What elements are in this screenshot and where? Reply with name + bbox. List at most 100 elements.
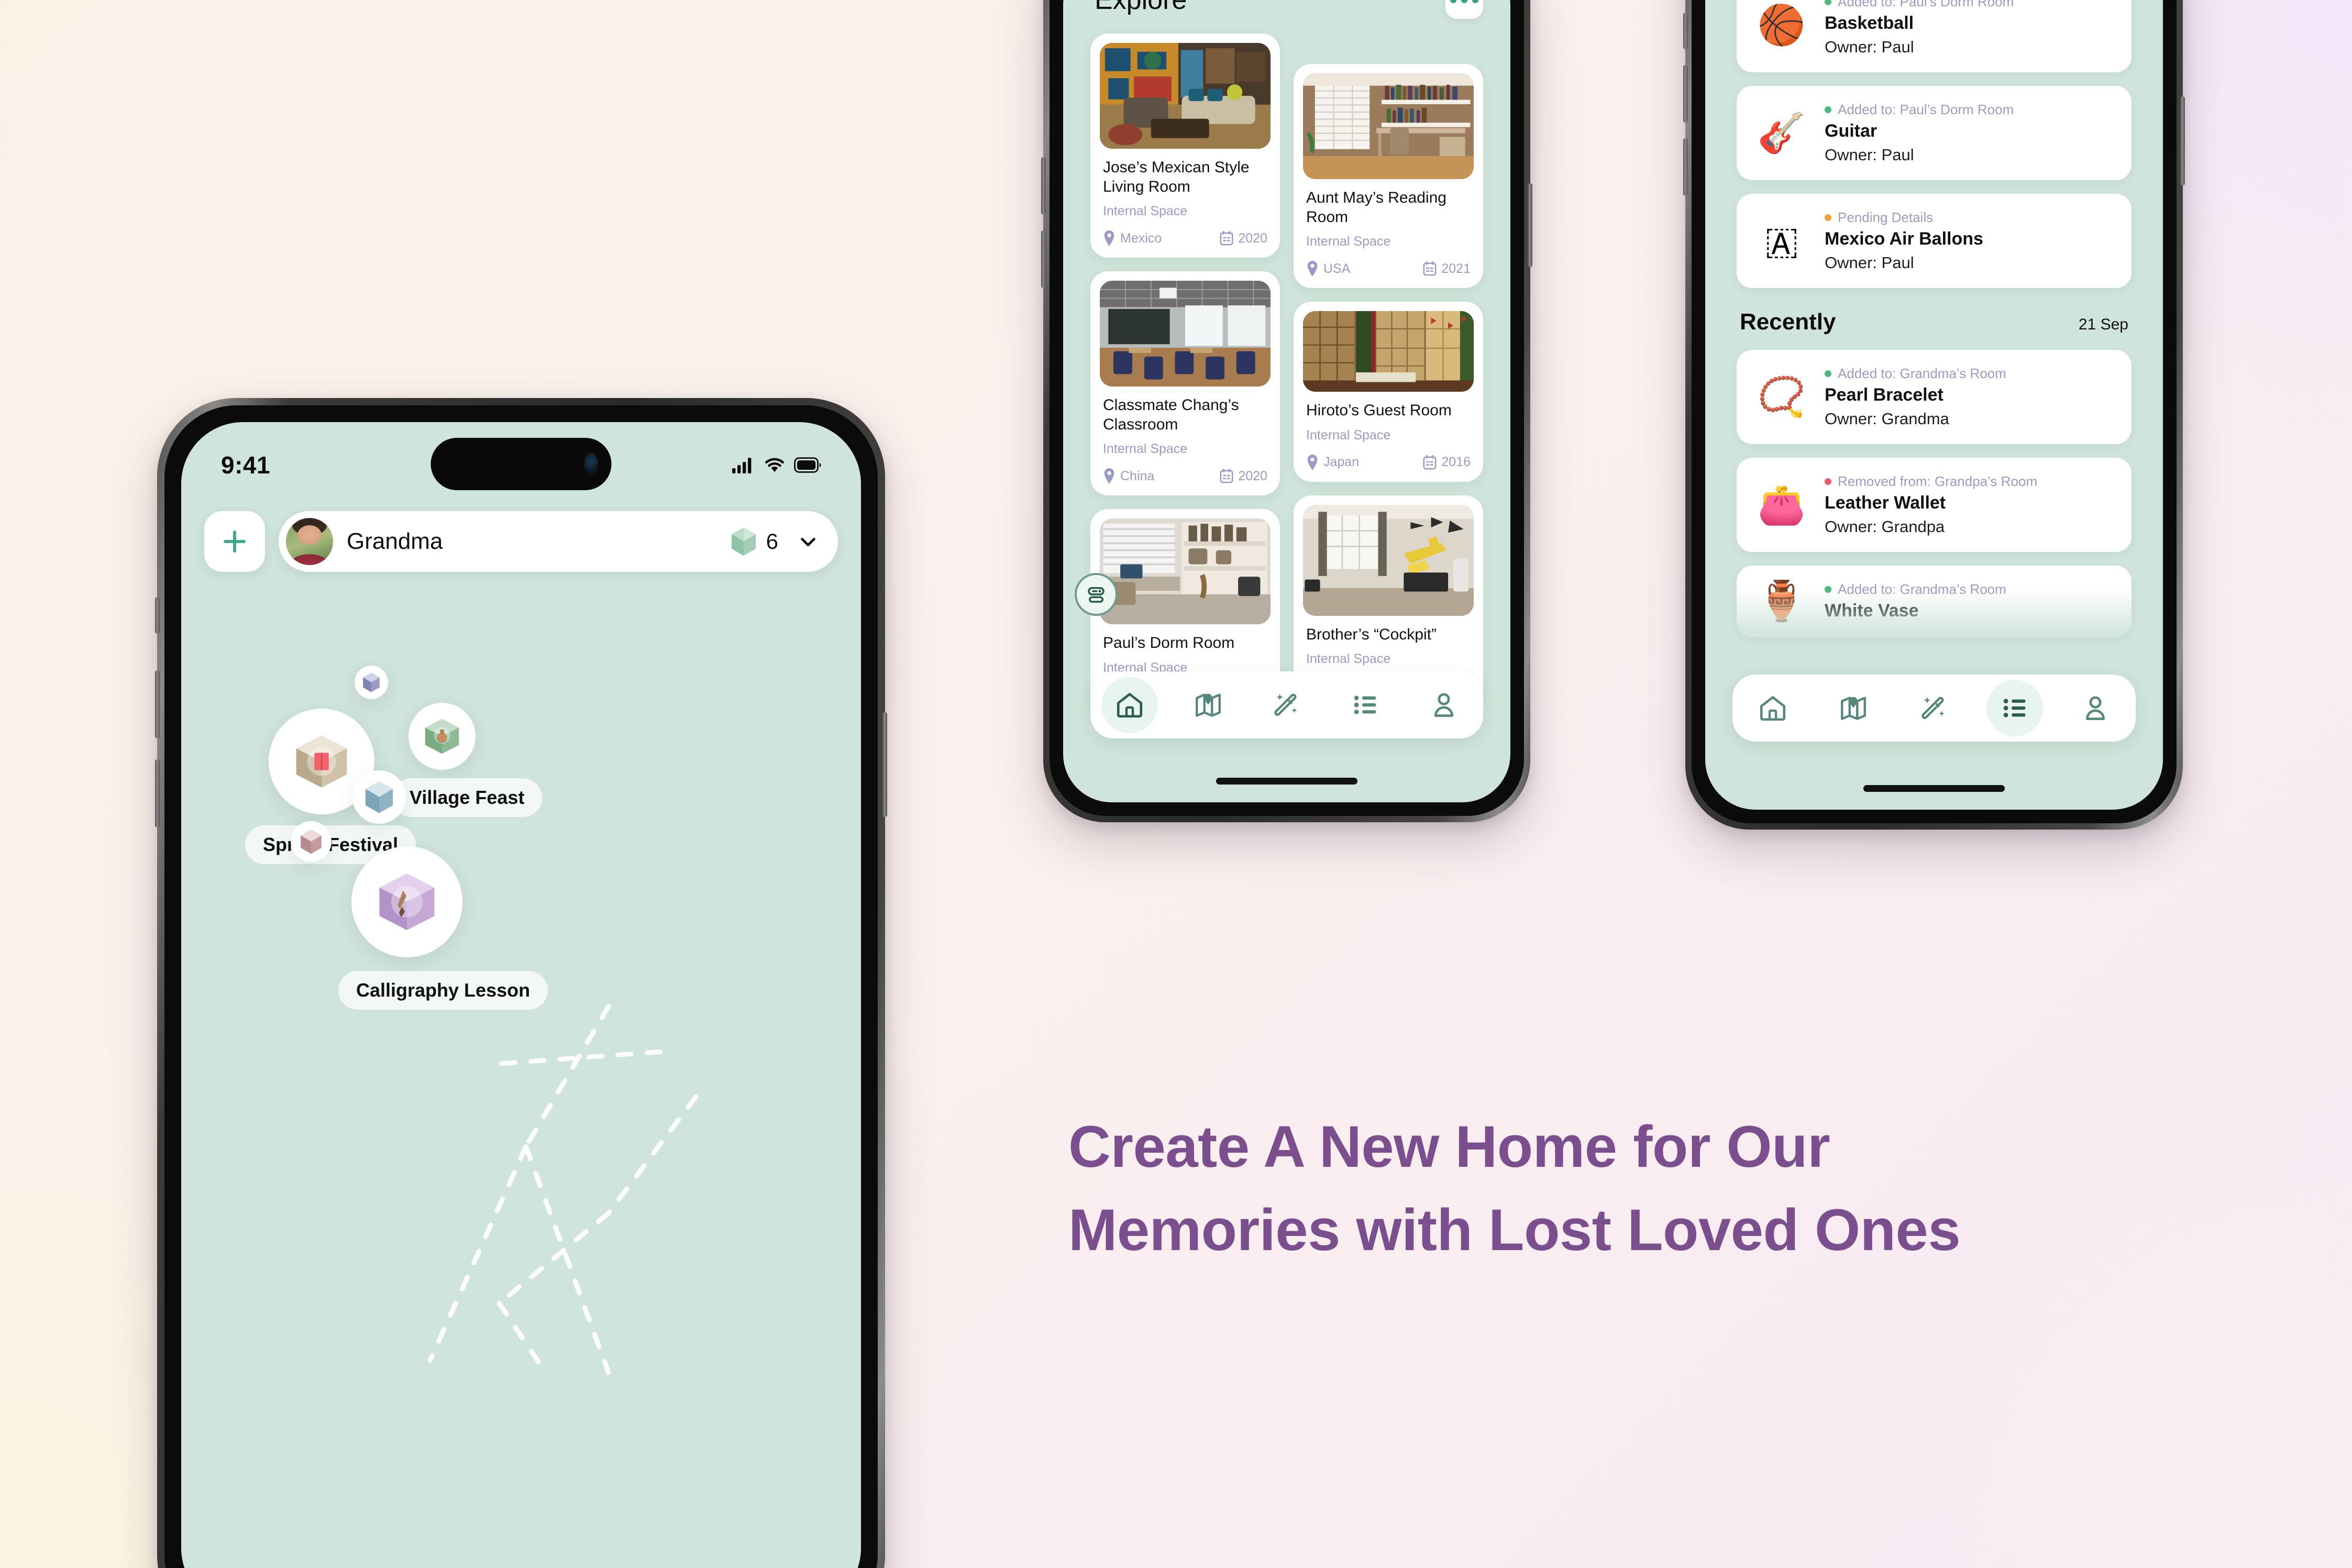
phone1-volume-up[interactable]	[155, 670, 160, 738]
activity-card[interactable]: 👛 Removed from: Grandpa’s Room Leather W…	[1737, 458, 2132, 552]
phone1-volume-down[interactable]	[155, 759, 160, 827]
node-label-village-feast: Village Feast	[392, 778, 543, 817]
profile-name: Grandma	[347, 528, 443, 554]
place-type: Internal Space	[1306, 652, 1391, 667]
home-icon	[1760, 696, 1786, 721]
person-icon	[1434, 693, 1454, 717]
map-icon	[1841, 697, 1866, 720]
activity-status: Added to: Grandma’s Room	[1825, 366, 2114, 382]
item-emoji-vase: 🏺	[1757, 579, 1806, 623]
cursor-pointer-badge[interactable]	[1075, 573, 1118, 616]
phone3-screen: 🏀 Added to: Paul’s Dorm Room Basketball …	[1705, 0, 2163, 810]
reading-room-image	[1303, 73, 1474, 179]
place-year: 2016	[1423, 455, 1471, 470]
phone3-power-button[interactable]	[2180, 96, 2185, 185]
tab-home[interactable]	[1101, 677, 1158, 733]
phone-explore: Explore Jose’s Mexican Style Living Room…	[1041, 0, 1532, 822]
place-name: Hiroto’s Guest Room	[1306, 402, 1452, 419]
phone2-volume-down[interactable]	[1041, 230, 1046, 288]
more-options-button[interactable]	[1445, 0, 1483, 19]
tab-magic[interactable]	[1906, 680, 1962, 736]
status-dot-added	[1825, 106, 1831, 113]
node-calligraphy-lesson[interactable]	[351, 846, 462, 957]
status-indicators	[732, 457, 821, 473]
bottom-tab-bar[interactable]	[1090, 671, 1483, 738]
tab-list[interactable]	[1337, 677, 1394, 733]
tab-home[interactable]	[1744, 680, 1801, 736]
profile-selector[interactable]: Grandma 6	[279, 511, 838, 572]
calendar-icon	[1423, 455, 1437, 470]
activity-body: Added to: Grandma’s Room Pearl Bracelet …	[1825, 366, 2114, 428]
activity-status-text: Added to: Grandma’s Room	[1838, 366, 2006, 381]
tab-profile[interactable]	[1416, 677, 1472, 733]
chevron-down-icon[interactable]	[796, 529, 820, 554]
list-icon	[1354, 695, 1376, 714]
place-location-text: Japan	[1323, 455, 1360, 470]
phone2-volume-up[interactable]	[1041, 157, 1046, 215]
cursor-pointer-icon	[1088, 587, 1105, 603]
tab-magic[interactable]	[1258, 677, 1315, 733]
place-year: 2020	[1220, 469, 1267, 484]
activity-title: White Vase	[1825, 601, 1919, 621]
tab-profile[interactable]	[2067, 680, 2124, 736]
node-label-calligraphy-lesson: Calligraphy Lesson	[338, 971, 548, 1010]
map-icon	[1196, 693, 1221, 717]
activity-card[interactable]: 🎸 Added to: Paul’s Dorm Room Guitar Owne…	[1737, 86, 2132, 180]
more-dot	[1472, 0, 1478, 3]
status-dot-removed	[1825, 478, 1831, 485]
activity-body: Pending Details Mexico Air Ballons Owner…	[1825, 209, 2114, 272]
activity-card[interactable]: 🏀 Added to: Paul’s Dorm Room Basketball …	[1737, 0, 2132, 72]
place-thumbnail	[1303, 504, 1474, 616]
phone3-bezel: 🏀 Added to: Paul’s Dorm Room Basketball …	[1692, 0, 2177, 823]
phone3-volume-up[interactable]	[1683, 65, 1688, 123]
bottom-tab-bar[interactable]	[1732, 675, 2136, 742]
phone2-bezel: Explore Jose’s Mexican Style Living Room…	[1050, 0, 1524, 816]
calendar-icon	[1220, 231, 1233, 246]
cube-periwinkle-icon	[363, 672, 380, 692]
place-year: 2020	[1220, 231, 1267, 246]
tab-list[interactable]	[1986, 680, 2043, 736]
phone3-mute-switch[interactable]	[1683, 13, 1688, 49]
item-emoji-basketball: 🏀	[1757, 3, 1806, 47]
activity-owner: Owner: Grandma	[1825, 410, 1949, 428]
activity-status: Added to: Paul’s Dorm Room	[1825, 0, 2114, 10]
node-cube-periwinkle[interactable]	[355, 666, 388, 699]
place-location: China	[1103, 468, 1154, 484]
place-card[interactable]: Aunt May’s Reading Room Internal Space U…	[1294, 64, 1483, 289]
tab-map[interactable]	[1180, 677, 1236, 733]
phone1-power-button[interactable]	[882, 712, 887, 817]
place-type: Internal Space	[1103, 204, 1188, 219]
section-date: 21 Sep	[2078, 316, 2128, 333]
section-title: Recently	[1740, 309, 1836, 335]
place-type: Internal Space	[1306, 427, 1391, 443]
activity-card[interactable]: 🇦 Pending Details Mexico Air Ballons Own…	[1737, 194, 2132, 288]
phone2-power-button[interactable]	[1528, 183, 1532, 267]
node-cube-blue[interactable]	[352, 770, 406, 824]
tab-map[interactable]	[1825, 680, 1882, 736]
cube-blue-icon	[365, 781, 393, 813]
home-icon	[1117, 693, 1143, 718]
phone1-mute-switch[interactable]	[155, 597, 160, 634]
node-village-feast[interactable]	[408, 703, 476, 770]
place-type: Internal Space	[1103, 441, 1188, 457]
place-card[interactable]: Classmate Chang’s Classroom Internal Spa…	[1090, 271, 1280, 496]
activity-title: Leather Wallet	[1825, 493, 1946, 513]
place-card[interactable]: Hiroto’s Guest Room Internal Space Japan…	[1294, 302, 1483, 482]
activity-owner: Owner: Grandpa	[1825, 517, 1945, 536]
phone-activity: 🏀 Added to: Paul’s Dorm Room Basketball …	[1683, 0, 2185, 830]
memory-node-graph[interactable]: Spring Festival Village Feast	[181, 422, 861, 1568]
add-memory-button[interactable]	[204, 511, 265, 572]
phone3-volume-down[interactable]	[1683, 138, 1688, 196]
plus-icon	[224, 531, 246, 553]
place-name: Classmate Chang’s Classroom	[1103, 396, 1239, 433]
activity-body: Added to: Grandma’s Room White Vase	[1825, 581, 2114, 621]
activity-card[interactable]: 📿 Added to: Grandma’s Room Pearl Bracele…	[1737, 350, 2132, 444]
cube-icon	[731, 527, 756, 556]
battery-icon	[794, 457, 821, 473]
place-name: Brother’s “Cockpit”	[1306, 625, 1437, 643]
node-cube-rose[interactable]	[291, 821, 332, 862]
phone1-topbar: Grandma 6	[204, 511, 838, 572]
activity-card[interactable]: 🏺 Added to: Grandma’s Room White Vase	[1737, 566, 2132, 637]
place-card[interactable]: Jose’s Mexican Style Living Room Interna…	[1090, 34, 1280, 258]
place-meta: Mexico 2020	[1103, 230, 1267, 247]
